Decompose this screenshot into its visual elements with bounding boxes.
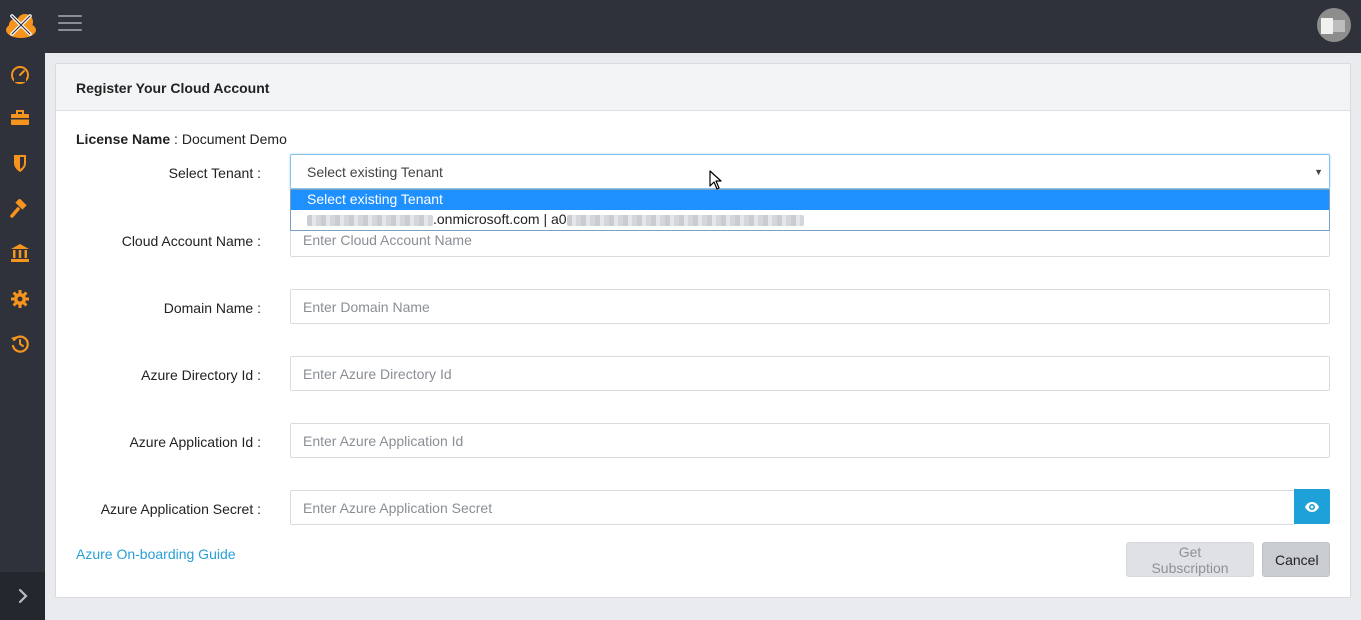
license-label: License Name	[76, 131, 171, 147]
azure-application-secret-label: Azure Application Secret :	[100, 501, 261, 517]
redacted-text	[307, 214, 433, 226]
chevron-right-icon	[18, 588, 28, 604]
briefcase-icon[interactable]	[10, 108, 30, 128]
azure-application-secret-input[interactable]	[290, 490, 1295, 525]
azure-application-id-label: Azure Application Id :	[129, 434, 261, 450]
avatar[interactable]	[1317, 8, 1351, 42]
eye-icon	[1305, 501, 1319, 512]
mouse-cursor-icon	[709, 170, 722, 190]
cancel-button[interactable]: Cancel	[1262, 542, 1330, 577]
tenant-option[interactable]: Select existing Tenant	[291, 190, 1329, 210]
license-separator: :	[170, 131, 182, 147]
hamburger-icon[interactable]	[58, 15, 82, 35]
get-subscription-button[interactable]: Get Subscription	[1126, 542, 1254, 577]
tools-cloud-logo[interactable]	[4, 10, 38, 40]
license-value: Document Demo	[181, 131, 287, 147]
azure-onboarding-guide-link[interactable]: Azure On-boarding Guide	[76, 546, 236, 562]
redacted-text	[566, 214, 804, 226]
sidebar-expand-button[interactable]	[0, 572, 45, 620]
tenant-option[interactable]: .onmicrosoft.com | a0	[291, 210, 1329, 230]
tenant-dropdown-list: Select existing Tenant .onmicrosoft.com …	[290, 189, 1330, 231]
speedometer-icon[interactable]	[10, 65, 30, 85]
hammer-icon[interactable]	[10, 199, 30, 219]
sidebar	[0, 53, 45, 620]
domain-name-input[interactable]	[290, 289, 1330, 324]
tenant-label: Select Tenant :	[168, 165, 261, 181]
top-navbar	[0, 0, 1361, 53]
bank-icon[interactable]	[10, 243, 30, 263]
domain-name-label: Domain Name :	[163, 300, 261, 316]
azure-directory-id-input[interactable]	[290, 356, 1330, 391]
azure-directory-id-label: Azure Directory Id :	[141, 367, 261, 383]
azure-application-id-input[interactable]	[290, 423, 1330, 458]
page-title: Register Your Cloud Account	[76, 80, 270, 96]
license-info: License Name : Document Demo	[76, 131, 287, 147]
card-header: Register Your Cloud Account	[56, 64, 1350, 111]
tenant-selected-value: Select existing Tenant	[307, 164, 443, 180]
toggle-secret-visibility-button[interactable]	[1294, 489, 1330, 524]
history-icon[interactable]	[10, 334, 30, 354]
register-cloud-account-card: Register Your Cloud Account License Name…	[55, 63, 1351, 598]
chevron-down-icon: ▼	[1314, 167, 1323, 177]
gear-icon[interactable]	[10, 289, 30, 309]
shield-icon[interactable]	[10, 153, 30, 173]
tenant-select[interactable]: Select existing Tenant ▼	[290, 154, 1330, 189]
cloud-account-name-label: Cloud Account Name :	[121, 233, 261, 249]
